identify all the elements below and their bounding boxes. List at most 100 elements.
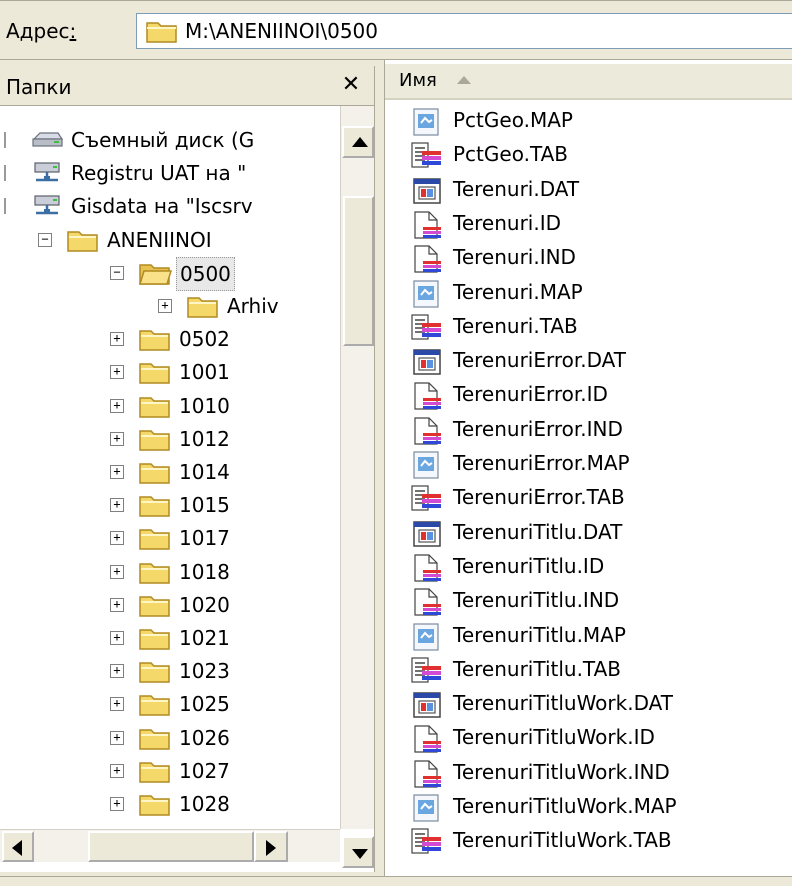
folder-icon (138, 559, 172, 585)
file-name: TerenuriTitluWork.DAT (453, 691, 673, 716)
index-file-icon (409, 381, 443, 411)
index-file-icon (409, 759, 443, 789)
tree-item-label: Arhiv (227, 294, 279, 318)
scroll-up-button[interactable] (342, 126, 374, 158)
expand-icon[interactable]: + (110, 631, 124, 645)
address-input[interactable]: M:\ANENIINOI\0500 (136, 13, 792, 49)
vertical-scroll-thumb[interactable] (343, 196, 374, 346)
map-file-icon (409, 450, 443, 480)
tree-item[interactable]: +1014 (0, 456, 340, 488)
file-row[interactable]: TerenuriTitluWork.IND (385, 756, 792, 792)
file-row[interactable]: Terenuri.TAB (385, 310, 792, 346)
collapse-icon[interactable]: − (38, 232, 52, 247)
file-row[interactable]: Terenuri.IND (385, 241, 792, 277)
expand-icon[interactable]: + (110, 498, 124, 513)
file-row[interactable]: TerenuriTitlu.DAT (385, 516, 792, 552)
horizontal-scroll-thumb[interactable] (88, 831, 254, 862)
file-row[interactable]: TerenuriTitlu.MAP (385, 619, 792, 655)
file-row[interactable]: TerenuriError.ID (385, 378, 792, 414)
expand-icon[interactable]: + (110, 763, 124, 778)
tree-item[interactable]: +1018 (0, 556, 340, 588)
tree-item[interactable]: Съемный диск (G (0, 124, 340, 156)
column-header-name[interactable]: Имя (385, 64, 792, 98)
expand-icon[interactable]: + (110, 564, 124, 579)
folder-icon (138, 691, 172, 717)
table-file-icon (409, 656, 443, 686)
tree-item[interactable]: +1017 (0, 522, 340, 554)
tree-item[interactable]: +1021 (0, 622, 340, 654)
tree-item-label: 1010 (179, 393, 230, 418)
collapse-icon[interactable]: − (110, 265, 124, 280)
tree-item[interactable]: +0502 (0, 323, 340, 355)
expand-icon[interactable]: + (110, 664, 124, 679)
file-row[interactable]: TerenuriError.DAT (385, 344, 792, 380)
file-row[interactable]: Terenuri.DAT (385, 173, 792, 209)
tree-item[interactable]: +1025 (0, 688, 340, 720)
tree-item[interactable]: − ANENIINOI (0, 224, 340, 256)
tree-item[interactable]: +1012 (0, 423, 340, 455)
tree-item[interactable]: +1010 (0, 390, 340, 422)
tree-item[interactable]: +1001 (0, 356, 340, 388)
file-row[interactable]: PctGeo.MAP (385, 104, 792, 140)
file-row[interactable]: TerenuriTitlu.ID (385, 550, 792, 586)
expand-icon[interactable]: + (110, 531, 124, 546)
tree-item[interactable]: Registru UAT на " (0, 157, 340, 189)
tree-item-label: 1015 (179, 493, 230, 518)
tree-item[interactable]: +1023 (0, 655, 340, 687)
file-row[interactable]: TerenuriError.IND (385, 413, 792, 449)
file-name: PctGeo.TAB (453, 142, 569, 167)
expand-icon[interactable]: + (110, 431, 124, 446)
tree-item[interactable]: Gisdata на "Iscsrv (0, 190, 340, 222)
folder-icon (145, 18, 179, 49)
folder-icon (138, 658, 172, 684)
file-name: TerenuriTitlu.IND (453, 588, 620, 613)
file-row[interactable]: TerenuriTitluWork.DAT (385, 687, 792, 723)
pane-splitter[interactable] (376, 60, 384, 876)
tree-item[interactable]: +1026 (0, 722, 340, 754)
folders-pane-title: Папки (6, 75, 72, 99)
expand-icon[interactable]: + (110, 797, 124, 811)
file-row[interactable]: TerenuriError.MAP (385, 447, 792, 483)
file-row[interactable]: TerenuriTitluWork.MAP (385, 790, 792, 826)
scroll-right-button[interactable] (254, 831, 288, 862)
file-row[interactable]: Terenuri.ID (385, 207, 792, 243)
scroll-left-button[interactable] (2, 831, 34, 862)
tree-item-label: 0502 (179, 327, 230, 352)
expand-icon[interactable]: + (110, 465, 124, 479)
file-row[interactable]: TerenuriTitlu.TAB (385, 653, 792, 689)
expand-icon[interactable]: + (110, 365, 124, 380)
file-row[interactable]: TerenuriTitluWork.TAB (385, 824, 792, 860)
folder-icon (138, 758, 172, 784)
tree-item[interactable]: +1015 (0, 489, 340, 521)
expand-icon[interactable]: + (158, 299, 172, 313)
file-row[interactable]: PctGeo.TAB (385, 138, 792, 174)
file-row[interactable]: TerenuriTitluWork.ID (385, 721, 792, 757)
tree-item-label: 1001 (179, 360, 230, 385)
folder-icon (186, 293, 220, 319)
file-name: TerenuriError.IND (453, 416, 623, 441)
expand-icon[interactable]: + (110, 697, 124, 712)
tree-item[interactable]: +1020 (0, 589, 340, 621)
tree-horizontal-scrollbar[interactable] (0, 829, 340, 862)
tree-item-label: 1028 (179, 792, 230, 816)
data-file-icon (409, 519, 443, 549)
file-row[interactable]: TerenuriError.TAB (385, 481, 792, 517)
scroll-down-button[interactable] (342, 836, 374, 868)
file-row[interactable]: Terenuri.MAP (385, 276, 792, 312)
file-name: TerenuriError.MAP (453, 451, 630, 475)
close-icon[interactable]: ✕ (336, 70, 366, 100)
expand-icon[interactable]: + (110, 597, 124, 612)
expand-icon[interactable]: + (110, 730, 124, 745)
address-path[interactable]: M:\ANENIINOI\0500 (185, 19, 378, 43)
tree-item[interactable]: − 0500 (0, 256, 340, 291)
arrow-down-icon (352, 849, 368, 859)
file-row[interactable]: TerenuriTitlu.IND (385, 584, 792, 620)
tree-vertical-scrollbar[interactable] (340, 106, 374, 868)
tree-item[interactable]: +1027 (0, 755, 340, 787)
tree-item[interactable]: +1028 (0, 788, 340, 820)
expand-icon[interactable]: + (110, 398, 124, 413)
expand-icon[interactable]: + (110, 332, 124, 347)
address-bar: Адрес: M:\ANENIINOI\0500 (0, 0, 792, 60)
tree-item[interactable]: + Arhiv (0, 290, 340, 322)
folders-pane-header: Папки ✕ (0, 66, 374, 106)
